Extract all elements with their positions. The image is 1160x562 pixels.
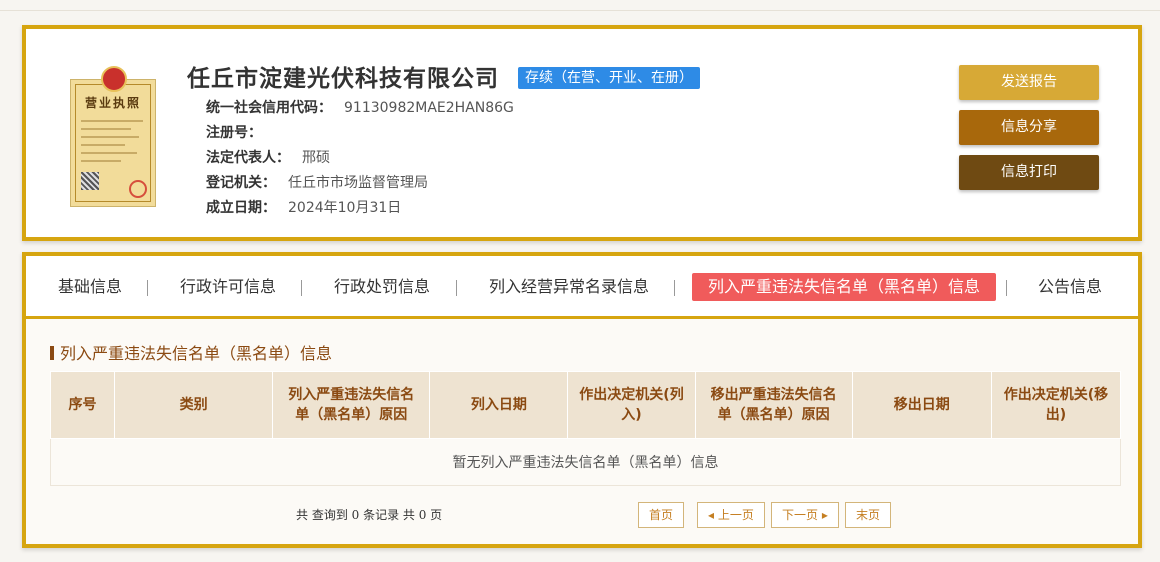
company-card: 营业执照 任丘市淀建光伏科技有限公司 存续（在营、开业、在册） 统一社会信用代码…	[22, 25, 1142, 241]
info-row-legal-rep: 法定代表人： 邢硕	[206, 147, 330, 167]
info-label: 注册号：	[206, 125, 262, 141]
table-row: 暂无列入严重违法失信名单（黑名单）信息	[50, 438, 1121, 486]
info-value: 91130982MAE2HAN86G	[344, 100, 514, 116]
license-text-line	[81, 128, 131, 130]
info-label: 登记机关：	[206, 175, 276, 191]
column-header: 列入严重违法失信名单（黑名单）原因	[272, 371, 431, 439]
column-header: 类别	[114, 371, 274, 439]
info-row-credit-code: 统一社会信用代码： 91130982MAE2HAN86G	[206, 97, 514, 117]
column-header: 序号	[49, 371, 116, 439]
license-text-line	[81, 120, 143, 122]
national-emblem-icon	[101, 66, 127, 92]
info-value: 2024年10月31日	[288, 200, 402, 216]
column-header: 作出决定机关(移出)	[990, 371, 1122, 439]
tab-separator	[674, 280, 675, 296]
section-title-text: 列入严重违法失信名单（黑名单）信息	[60, 344, 333, 363]
qr-code-icon	[81, 172, 99, 190]
official-seal-icon	[129, 180, 147, 198]
info-row-authority: 登记机关： 任丘市市场监督管理局	[206, 172, 428, 192]
license-title: 营业执照	[84, 96, 141, 110]
info-label: 法定代表人：	[206, 150, 290, 166]
next-page-button[interactable]: 下一页 ▸	[771, 502, 839, 528]
info-label: 统一社会信用代码：	[206, 100, 332, 116]
table-header-row: 序号 类别 列入严重违法失信名单（黑名单）原因 列入日期 作出决定机关(列入) …	[49, 371, 1122, 439]
info-label: 成立日期：	[206, 200, 276, 216]
column-header: 移出严重违法失信名单（黑名单）原因	[694, 371, 853, 439]
first-page-button[interactable]: 首页	[638, 502, 685, 528]
pager-summary: 共 查询到 0 条记录 共 0 页	[296, 508, 443, 522]
column-header: 作出决定机关(列入)	[567, 371, 696, 439]
license-text-line	[81, 144, 125, 146]
tab-abnormal-operation[interactable]: 列入经营异常名录信息	[489, 273, 649, 301]
tab-admin-penalty[interactable]: 行政处罚信息	[334, 273, 430, 301]
tab-announcement[interactable]: 公告信息	[1038, 273, 1102, 301]
tab-basic-info[interactable]: 基础信息	[58, 273, 122, 301]
license-text-line	[81, 152, 137, 154]
info-row-established-date: 成立日期： 2024年10月31日	[206, 197, 401, 217]
tab-separator	[456, 280, 457, 296]
business-license-image[interactable]: 营业执照	[70, 66, 156, 207]
empty-message: 暂无列入严重违法失信名单（黑名单）信息	[50, 438, 1121, 486]
blacklist-table: 序号 类别 列入严重违法失信名单（黑名单）原因 列入日期 作出决定机关(列入) …	[49, 371, 1122, 486]
top-divider	[0, 10, 1160, 11]
records-section: 基础信息 行政许可信息 行政处罚信息 列入经营异常名录信息 列入严重违法失信名单…	[22, 252, 1142, 548]
tab-blacklist[interactable]: 列入严重违法失信名单（黑名单）信息	[692, 273, 997, 301]
tab-admin-license[interactable]: 行政许可信息	[180, 273, 276, 301]
tab-bar: 基础信息 行政许可信息 行政处罚信息 列入经营异常名录信息 列入严重违法失信名单…	[26, 256, 1138, 319]
title-marker	[50, 346, 54, 360]
section-title: 列入严重违法失信名单（黑名单）信息	[50, 340, 332, 364]
license-text-line	[81, 160, 121, 162]
last-page-button[interactable]: 末页	[845, 502, 892, 528]
tab-separator	[301, 280, 302, 296]
tab-separator	[1006, 280, 1007, 296]
column-header: 移出日期	[851, 371, 992, 439]
info-row-registration-number: 注册号：	[206, 122, 274, 142]
tab-separator	[147, 280, 148, 296]
share-info-button[interactable]: 信息分享	[959, 110, 1099, 145]
info-value: 邢硕	[302, 150, 330, 166]
prev-page-button[interactable]: ◂ 上一页	[697, 502, 765, 528]
info-value: 任丘市市场监督管理局	[288, 175, 428, 191]
status-badge: 存续（在营、开业、在册）	[518, 67, 700, 89]
company-name: 任丘市淀建光伏科技有限公司	[187, 66, 499, 92]
print-info-button[interactable]: 信息打印	[959, 155, 1099, 190]
send-report-button[interactable]: 发送报告	[959, 65, 1099, 100]
column-header: 列入日期	[429, 371, 569, 439]
license-text-line	[81, 136, 139, 138]
